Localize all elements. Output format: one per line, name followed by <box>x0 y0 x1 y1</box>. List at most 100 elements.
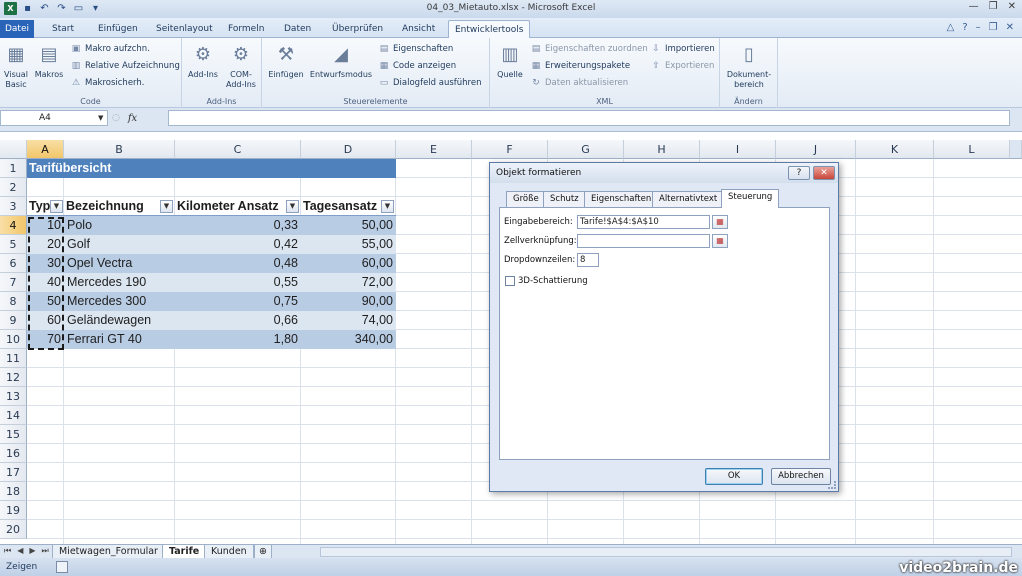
header-bezeichnung[interactable]: Bezeichnung <box>64 197 175 216</box>
name-box-dropdown-icon[interactable]: ▼ <box>98 114 103 122</box>
tab-datei[interactable]: Datei <box>0 20 34 38</box>
dialog-close-button[interactable]: ✕ <box>813 166 835 180</box>
row-header-3[interactable]: 3 <box>0 197 27 216</box>
cell-km[interactable]: 0,66 <box>175 311 301 330</box>
row-header-17[interactable]: 17 <box>0 463 27 482</box>
tab-ansicht[interactable]: Ansicht <box>396 20 441 38</box>
eigenschaften-zuordnen-button[interactable]: ▤ Eigenschaften zuordnen <box>530 42 648 56</box>
zellverknuepfung-input[interactable] <box>577 234 710 248</box>
add-ins-button[interactable]: ⚙ Add-Ins <box>184 40 222 80</box>
cell-km[interactable]: 0,33 <box>175 216 301 235</box>
filter-dropdown-icon[interactable]: ▼ <box>381 200 394 213</box>
horizontal-scrollbar[interactable] <box>320 547 1012 557</box>
insert-sheet-icon[interactable]: ⊕ <box>254 545 272 559</box>
first-sheet-icon[interactable]: ⏮ <box>4 546 11 556</box>
tab-start[interactable]: Start <box>46 20 80 38</box>
cell-bezeichnung[interactable]: Opel Vectra <box>64 254 175 273</box>
help-icon[interactable]: ? <box>962 22 967 33</box>
dropdownzeilen-input[interactable]: 8 <box>577 253 599 267</box>
filter-dropdown-icon[interactable]: ▼ <box>286 200 299 213</box>
resize-grip-icon[interactable] <box>828 481 836 489</box>
eigenschaften-button[interactable]: ▤ Eigenschaften <box>378 42 454 56</box>
row-header-16[interactable]: 16 <box>0 444 27 463</box>
filter-dropdown-icon[interactable]: ▼ <box>50 200 63 213</box>
row-header-13[interactable]: 13 <box>0 387 27 406</box>
column-header-e[interactable]: E <box>396 140 472 159</box>
macro-record-status-icon[interactable] <box>56 561 68 573</box>
cell-bezeichnung[interactable]: Mercedes 190 <box>64 273 175 292</box>
cell-bezeichnung[interactable]: Golf <box>64 235 175 254</box>
cell-km[interactable]: 0,55 <box>175 273 301 292</box>
row-header-9[interactable]: 9 <box>0 311 27 330</box>
filter-dropdown-icon[interactable]: ▼ <box>160 200 173 213</box>
table-title[interactable]: Tarifübersicht <box>27 159 396 178</box>
tab-seitenlayout[interactable]: Seitenlayout <box>150 20 219 38</box>
cell-tag[interactable]: 60,00 <box>301 254 396 273</box>
sheet-tab-kunden[interactable]: Kunden <box>204 545 254 559</box>
eingabebereich-input[interactable]: Tarife!$A$4:$A$10 <box>577 215 710 229</box>
row-header-10[interactable]: 10 <box>0 330 27 349</box>
quelle-button[interactable]: ▥ Quelle <box>492 40 528 80</box>
sheet-tab-mietwagen-formular[interactable]: Mietwagen_Formular <box>52 545 165 559</box>
row-header-6[interactable]: 6 <box>0 254 27 273</box>
workbook-restore-icon[interactable]: ❐ <box>989 22 998 33</box>
name-box[interactable]: A4 <box>0 110 108 126</box>
row-header-4[interactable]: 4 <box>0 216 27 235</box>
dialog-tab-eigenschaften[interactable]: Eigenschaften <box>584 191 659 207</box>
dialog-tab-alternativtext[interactable]: Alternativtext <box>652 191 725 207</box>
cell-tag[interactable]: 340,00 <box>301 330 396 349</box>
tab-einfuegen[interactable]: Einfügen <box>92 20 144 38</box>
einfuegen-control-button[interactable]: ⚒ Einfügen <box>266 40 306 80</box>
column-header-f[interactable]: F <box>472 140 548 159</box>
zellverknuepfung-ref-icon[interactable]: ▦ <box>712 234 728 248</box>
column-header-d[interactable]: D <box>301 140 396 159</box>
cell-tag[interactable]: 74,00 <box>301 311 396 330</box>
column-header-c[interactable]: C <box>175 140 301 159</box>
maximize-icon[interactable]: ❐ <box>989 1 998 12</box>
row-header-20[interactable]: 20 <box>0 520 27 539</box>
cell-km[interactable]: 0,48 <box>175 254 301 273</box>
visual-basic-button[interactable]: ▦ Visual Basic <box>0 40 32 90</box>
cell-km[interactable]: 1,80 <box>175 330 301 349</box>
erweiterungspakete-button[interactable]: ▦ Erweiterungspakete <box>530 59 630 73</box>
header-kilometer-ansatz[interactable]: Kilometer Ansatz <box>175 197 301 216</box>
formula-input[interactable] <box>168 110 1010 126</box>
row-header-8[interactable]: 8 <box>0 292 27 311</box>
exportieren-button[interactable]: ⇧ Exportieren <box>650 59 714 73</box>
ok-button[interactable]: OK <box>705 468 763 485</box>
cell-km[interactable]: 0,75 <box>175 292 301 311</box>
schattierung-checkbox[interactable] <box>505 276 515 286</box>
column-header-l[interactable]: L <box>934 140 1010 159</box>
column-header-j[interactable]: J <box>776 140 856 159</box>
entwurfsmodus-button[interactable]: ◢ Entwurfsmodus <box>306 40 376 80</box>
row-header-5[interactable]: 5 <box>0 235 27 254</box>
cell-bezeichnung[interactable]: Ferrari GT 40 <box>64 330 175 349</box>
importieren-button[interactable]: ⇩ Importieren <box>650 42 715 56</box>
cell-tag[interactable]: 55,00 <box>301 235 396 254</box>
column-header-i[interactable]: I <box>700 140 776 159</box>
close-icon[interactable]: ✕ <box>1008 1 1016 12</box>
column-header-a[interactable]: A <box>27 140 64 159</box>
row-header-11[interactable]: 11 <box>0 349 27 368</box>
row-header-12[interactable]: 12 <box>0 368 27 387</box>
row-header-1[interactable]: 1 <box>0 159 27 178</box>
eingabebereich-ref-icon[interactable]: ▦ <box>712 215 728 229</box>
column-header-k[interactable]: K <box>856 140 934 159</box>
dialog-tab-schutz[interactable]: Schutz <box>543 191 586 207</box>
sheet-tab-tarife[interactable]: Tarife <box>162 545 207 559</box>
makro-aufzeichnen-button[interactable]: ▣ Makro aufzchn. <box>70 42 150 56</box>
code-anzeigen-button[interactable]: ▦ Code anzeigen <box>378 59 456 73</box>
workbook-close-icon[interactable]: ✕ <box>1006 22 1014 33</box>
row-header-18[interactable]: 18 <box>0 482 27 501</box>
dialog-tab-groesse[interactable]: Größe <box>506 191 546 207</box>
dialog-tab-steuerung[interactable]: Steuerung <box>721 189 780 208</box>
column-header-g[interactable]: G <box>548 140 624 159</box>
daten-aktualisieren-button[interactable]: ↻ Daten aktualisieren <box>530 76 628 90</box>
row-header-2[interactable]: 2 <box>0 178 27 197</box>
tab-entwicklertools[interactable]: Entwicklertools <box>448 20 531 38</box>
column-header-b[interactable]: B <box>64 140 175 159</box>
row-header-15[interactable]: 15 <box>0 425 27 444</box>
row-header-14[interactable]: 14 <box>0 406 27 425</box>
minimize-icon[interactable]: — <box>969 1 979 12</box>
row-header-19[interactable]: 19 <box>0 501 27 520</box>
